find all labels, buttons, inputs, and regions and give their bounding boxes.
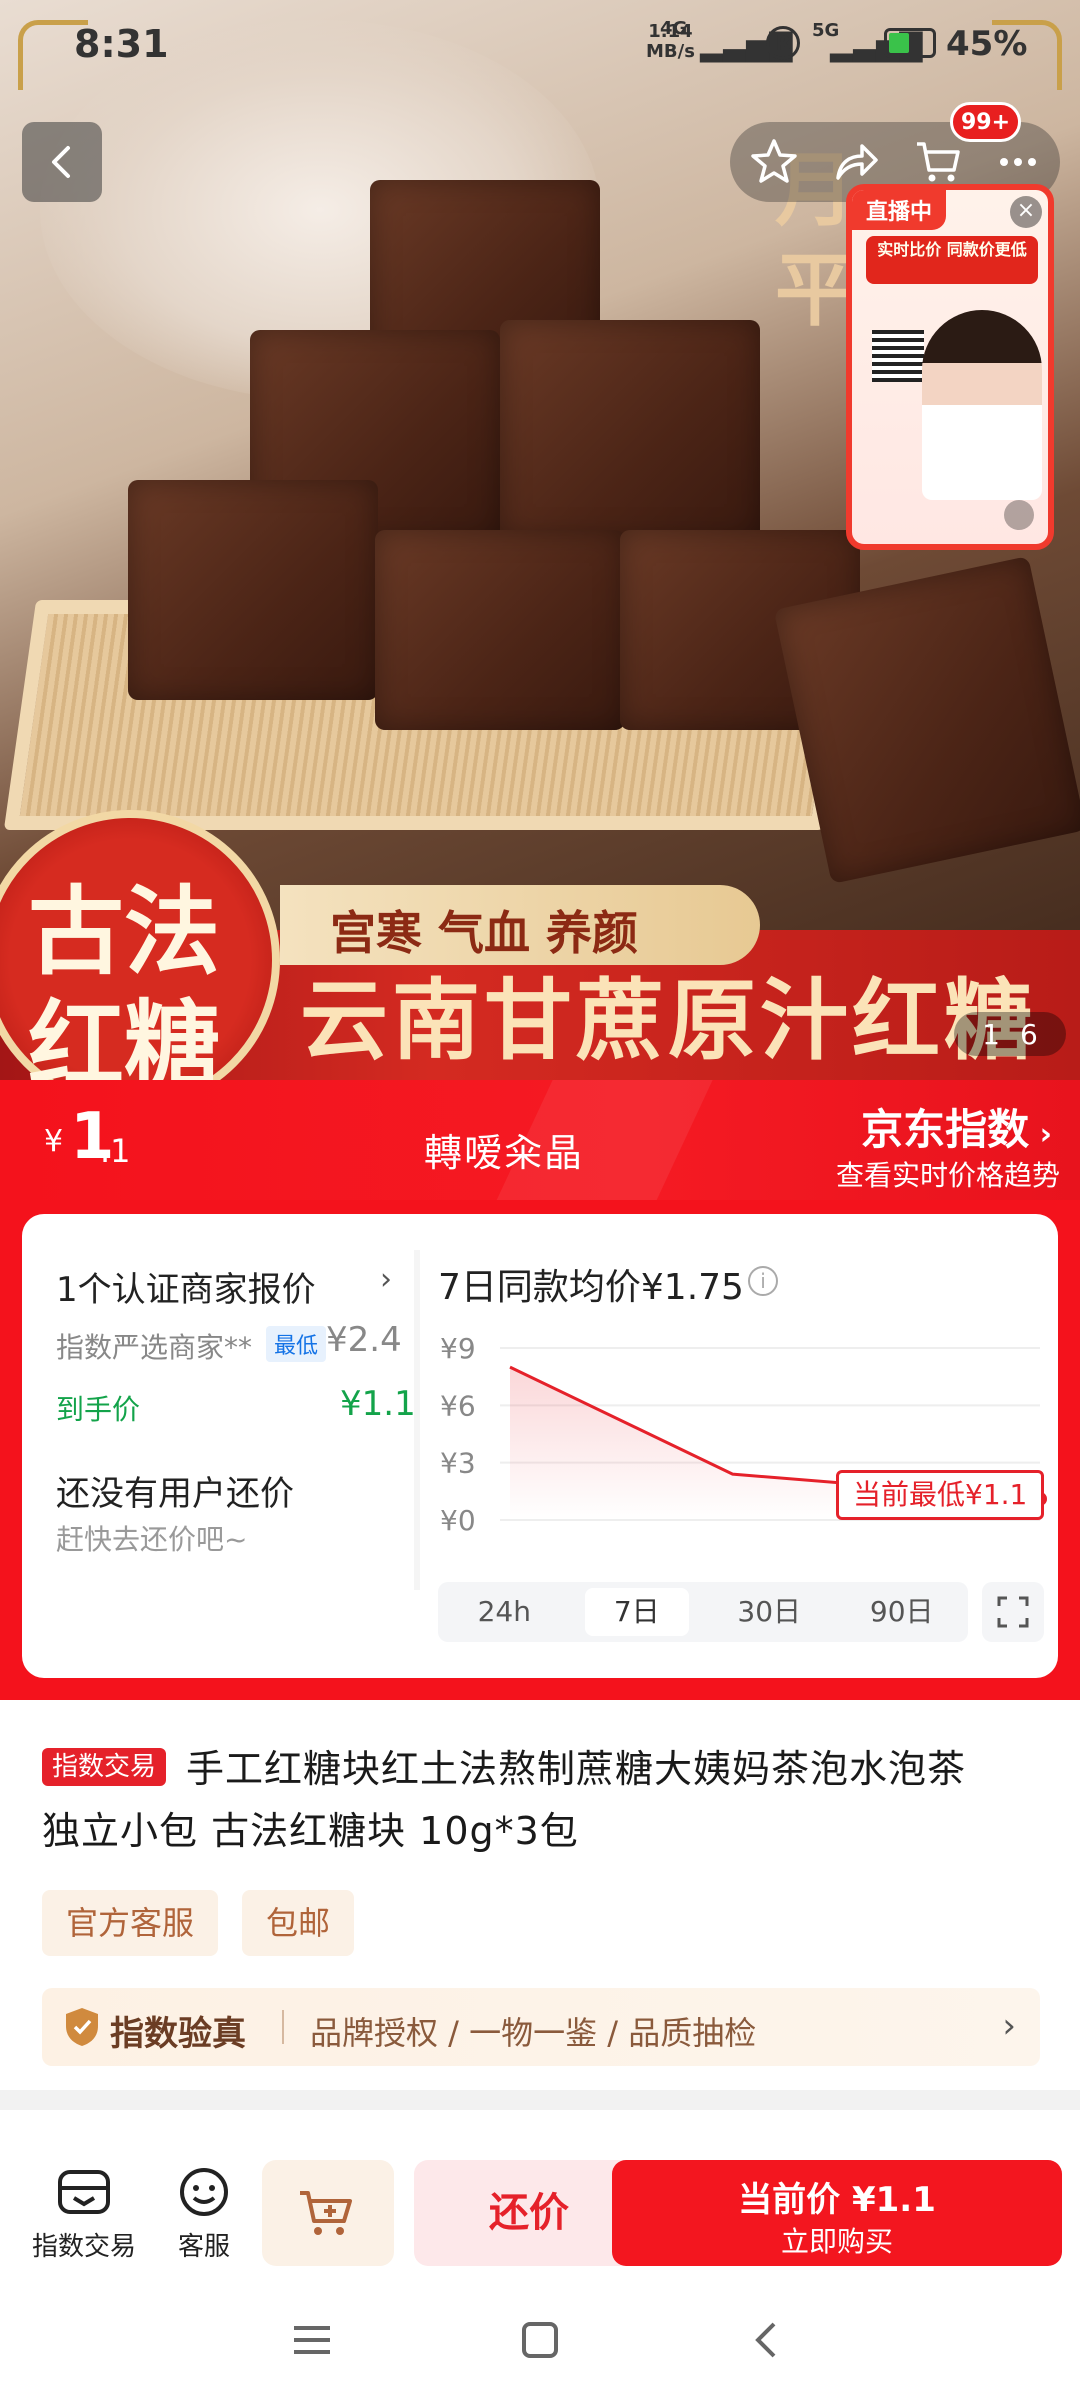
buy-now-button[interactable]: 当前价 ¥1.1 立即购买 bbox=[612, 2160, 1062, 2266]
y-tick-label: ¥9 bbox=[440, 1332, 476, 1365]
y-tick-label: ¥0 bbox=[440, 1504, 476, 1537]
expand-chart-button[interactable] bbox=[982, 1582, 1044, 1642]
host-image bbox=[922, 310, 1042, 500]
chevron-right-icon[interactable]: › bbox=[380, 1262, 392, 1297]
battery-icon bbox=[884, 28, 936, 58]
range-tab[interactable]: 24h bbox=[452, 1588, 557, 1636]
share-icon bbox=[836, 144, 878, 180]
chevron-left-icon bbox=[52, 146, 70, 178]
menu-button[interactable] bbox=[272, 2300, 352, 2380]
hero-banner-text: 云南甘蔗原汁红糖 bbox=[300, 968, 1037, 1072]
range-tab[interactable]: 30日 bbox=[717, 1588, 822, 1636]
sugar-cube bbox=[375, 530, 625, 730]
authenticity-bar[interactable]: 指数验真 品牌授权 / 一物一鉴 / 品质抽检 › bbox=[42, 1988, 1040, 2066]
live-stream-card[interactable]: 直播中 × 实时比价 同款价更低 bbox=[846, 184, 1054, 550]
service-chip-freeship[interactable]: 包邮 bbox=[242, 1890, 355, 1956]
customer-service-icon[interactable] bbox=[176, 2166, 232, 2218]
cart-button[interactable] bbox=[908, 132, 968, 192]
sugar-cube bbox=[128, 480, 378, 700]
chevron-right-icon: › bbox=[1029, 1117, 1052, 1152]
battery-percent: 45% bbox=[946, 24, 1028, 64]
range-tab[interactable]: 7日 bbox=[584, 1588, 689, 1636]
chart-title: 7日同款均价¥1.75 bbox=[438, 1267, 744, 1308]
price-index-subtitle: 查看实时价格趋势 bbox=[835, 1159, 1060, 1192]
info-icon[interactable]: i bbox=[748, 1266, 778, 1296]
price-strip: ¥ 1 .1 轉嗳籴晶 京东指数 › 查看实时价格趋势 bbox=[0, 1080, 1080, 1220]
product-detail-screen: 月 平 云南甘蔗原汁红糖 宫寒 气血 养颜 古法 红糖 1 6 8:31 1.1… bbox=[0, 0, 1080, 2400]
fullscreen-icon bbox=[997, 1596, 1029, 1628]
counter-offer-subtitle: 赶快去还价吧~ bbox=[56, 1523, 248, 1556]
product-tag: 指数交易 bbox=[42, 1748, 167, 1786]
mute-icon[interactable] bbox=[1004, 500, 1034, 530]
add-cart-icon bbox=[300, 2191, 352, 2235]
status-bar: 8:31 1.14 MB/s 4G ▂▃▅▇ R 5G ▂▃▅▇ 45% bbox=[0, 0, 1080, 90]
buy-price: 当前价 ¥1.1 bbox=[738, 2180, 936, 2220]
more-icon bbox=[1000, 158, 1036, 166]
authenticity-desc: 品牌授权 / 一物一鉴 / 品质抽检 bbox=[310, 2014, 757, 2052]
product-title-line2: 独立小包 古法红糖块 10g*3包 bbox=[42, 1809, 579, 1853]
merchant-name: 指数严选商家** bbox=[56, 1331, 253, 1364]
live-tag: 直播中 bbox=[852, 190, 947, 230]
price-index-title: 京东指数 bbox=[861, 1105, 1030, 1154]
back-button[interactable] bbox=[22, 122, 102, 202]
divider bbox=[414, 1250, 420, 1590]
hero-banner-gold-text: 宫寒 气血 养颜 bbox=[330, 906, 639, 960]
counter-offer-title: 还没有用户还价 bbox=[56, 1474, 294, 1514]
y-tick-label: ¥3 bbox=[440, 1447, 476, 1480]
final-price-value: ¥1.1 bbox=[340, 1384, 416, 1424]
home-button[interactable] bbox=[500, 2300, 580, 2380]
authenticity-title: 指数验真 bbox=[110, 2014, 246, 2054]
hero-banner-gold: 宫寒 气血 养颜 bbox=[280, 885, 760, 965]
home-icon bbox=[522, 2322, 558, 2358]
merchant-price: ¥2.4 bbox=[326, 1320, 402, 1360]
shield-check-icon bbox=[66, 2008, 98, 2046]
y-tick-label: ¥6 bbox=[440, 1389, 476, 1422]
seller-name: 轉嗳籴晶 bbox=[424, 1131, 585, 1175]
current-min-annotation: 当前最低¥1.1 bbox=[836, 1470, 1045, 1520]
store-label[interactable]: 指数交易 bbox=[24, 2226, 144, 2263]
chevron-right-icon: › bbox=[1002, 2006, 1016, 2046]
cart-count-badge: 99+ bbox=[950, 102, 1022, 142]
product-title-line1: 手工红糖块红土法熬制蔗糖大姨妈茶泡水泡茶 bbox=[186, 1747, 967, 1791]
menu-icon bbox=[294, 2326, 330, 2354]
cart-icon bbox=[917, 142, 960, 182]
price-decimal: .1 bbox=[100, 1132, 131, 1170]
share-button[interactable] bbox=[826, 132, 886, 192]
net-speed-unit: MB/s bbox=[646, 41, 695, 62]
system-back-button[interactable] bbox=[728, 2300, 808, 2380]
lowest-badge: 最低 bbox=[266, 1326, 327, 1362]
image-index: 1 bbox=[982, 1017, 1000, 1051]
bargain-button[interactable]: 还价 bbox=[414, 2160, 644, 2266]
live-promo: 实时比价 同款价更低 bbox=[866, 236, 1038, 284]
sugar-cube bbox=[500, 320, 760, 540]
favorite-button[interactable] bbox=[744, 132, 804, 192]
back-icon bbox=[755, 2322, 776, 2358]
currency-symbol: ¥ bbox=[44, 1124, 64, 1159]
registered-icon: R bbox=[766, 26, 800, 60]
network-type: 4G bbox=[660, 18, 688, 39]
image-counter: 1 6 bbox=[954, 1012, 1066, 1056]
close-icon[interactable]: × bbox=[1010, 196, 1042, 228]
star-icon bbox=[751, 139, 797, 183]
qr-code bbox=[872, 330, 924, 382]
store-icon[interactable] bbox=[56, 2166, 112, 2218]
add-to-cart-button[interactable] bbox=[262, 2160, 394, 2266]
sugar-cube bbox=[773, 556, 1080, 884]
price-index-link[interactable]: 京东指数 › bbox=[861, 1096, 1052, 1157]
merchant-quote-title[interactable]: 1个认证商家报价 bbox=[56, 1262, 316, 1311]
service-label[interactable]: 客服 bbox=[144, 2226, 264, 2263]
buy-label: 立即购买 bbox=[780, 2225, 893, 2258]
price-trend-chart: ¥9 ¥6 ¥3 ¥0 bbox=[440, 1332, 1047, 1537]
status-time: 8:31 bbox=[74, 22, 169, 66]
service-chip-official[interactable]: 官方客服 bbox=[42, 1890, 219, 1956]
image-total: 6 bbox=[1020, 1017, 1038, 1051]
final-price-label: 到手价 bbox=[56, 1393, 141, 1426]
range-tab[interactable]: 90日 bbox=[850, 1588, 955, 1636]
